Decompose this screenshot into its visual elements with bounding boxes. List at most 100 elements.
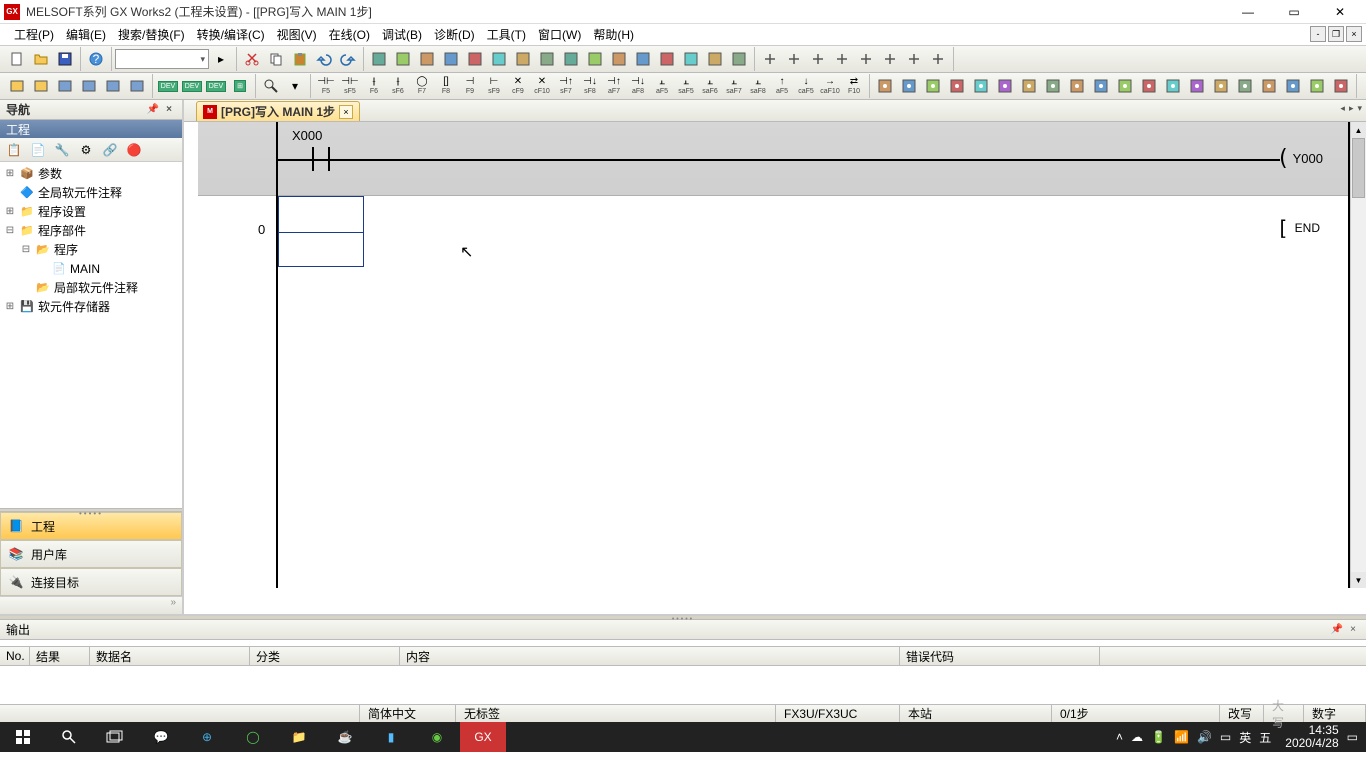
tb-dev-0[interactable] [368,48,390,70]
tree-node-1[interactable]: 🔷全局软元件注释 [0,183,182,202]
nav-tb-3[interactable]: 🔧 [51,140,73,160]
fn-sF7[interactable]: ⊣↑sF7 [555,74,577,98]
output-col-0[interactable]: No. [0,647,30,665]
menu-diagnostics[interactable]: 诊断(D) [428,24,481,45]
tb-misc-15[interactable] [1234,75,1256,97]
tb-misc-19[interactable] [1330,75,1352,97]
toolbar-dropdown[interactable] [115,49,209,69]
tb-misc-6[interactable] [1018,75,1040,97]
output-coil[interactable]: ( Y000 [1276,146,1326,171]
tb-mode-3[interactable]: ⊞ [229,75,251,97]
tb-nav-7[interactable] [927,48,949,70]
tree-expander-icon[interactable]: ⊟ [20,244,32,255]
cut-button[interactable] [241,48,263,70]
output-col-3[interactable]: 分类 [250,647,400,665]
menu-project[interactable]: 工程(P) [8,24,60,45]
tb-dev-14[interactable] [704,48,726,70]
tb-misc-17[interactable] [1282,75,1304,97]
tb-nav-1[interactable] [783,48,805,70]
output-close-icon[interactable]: × [1346,623,1360,637]
fn-F9[interactable]: ⊣F9 [459,74,481,98]
fn-sF5[interactable]: ⊣⊢sF5 [339,74,361,98]
maximize-button[interactable]: ▭ [1280,2,1308,22]
tree-expander-icon[interactable]: ⊟ [4,225,16,236]
find-button[interactable] [260,75,282,97]
tb-view-3[interactable] [78,75,100,97]
tb-mode-2[interactable]: DEV [205,75,227,97]
tree-expander-icon[interactable]: ⊞ [4,206,16,217]
tb-dev-11[interactable] [632,48,654,70]
tb-nav-3[interactable] [831,48,853,70]
taskbar-app-browser[interactable]: ◯ [230,722,276,752]
tb-dev-1[interactable] [392,48,414,70]
tb-dev-10[interactable] [608,48,630,70]
menu-help[interactable]: 帮助(H) [587,24,640,45]
fn-saF5[interactable]: ⫠saF5 [675,74,697,98]
tb-misc-11[interactable] [1138,75,1160,97]
output-col-5[interactable]: 错误代码 [900,647,1100,665]
vertical-scrollbar[interactable]: ▲ ▼ [1350,122,1366,588]
menu-view[interactable]: 视图(V) [271,24,323,45]
tb-misc-0[interactable] [874,75,896,97]
tb-misc-9[interactable] [1090,75,1112,97]
tb-view-1[interactable] [30,75,52,97]
scroll-down-icon[interactable]: ▼ [1351,572,1366,588]
fn-cF9[interactable]: ✕cF9 [507,74,529,98]
start-button[interactable] [0,722,46,752]
tree-node-0[interactable]: ⊞📦参数 [0,164,182,183]
tb-mode-0[interactable]: DEV [157,75,179,97]
tab-menu-icon[interactable]: ▾ [1357,103,1362,114]
menu-compile[interactable]: 转换/编译(C) [191,24,271,45]
project-tree[interactable]: ⊞📦参数🔷全局软元件注释⊞📁程序设置⊟📁程序部件⊟📂程序📄MAIN📂局部软元件注… [0,162,182,508]
fn-sF9[interactable]: ⊢sF9 [483,74,505,98]
fn-F8[interactable]: []F8 [435,74,457,98]
save-button[interactable] [54,48,76,70]
tb-dev-3[interactable] [440,48,462,70]
tb-dev-4[interactable] [464,48,486,70]
tb-misc-1[interactable] [898,75,920,97]
fn-F6[interactable]: ⫲F6 [363,74,385,98]
tb-nav-2[interactable] [807,48,829,70]
fn-saF7[interactable]: ⫠saF7 [723,74,745,98]
fn-saF8[interactable]: ⫠saF8 [747,74,769,98]
nav-close-icon[interactable]: × [162,103,176,117]
tray-notifications-icon[interactable]: ▭ [1347,730,1358,744]
tb-dev-2[interactable] [416,48,438,70]
minimize-button[interactable]: — [1234,2,1262,22]
fn-aF5[interactable]: ⫠aF5 [651,74,673,98]
tb-misc-18[interactable] [1306,75,1328,97]
find-next-button[interactable]: ▾ [284,75,306,97]
tab-next-icon[interactable]: ▸ [1349,103,1354,114]
menu-tool[interactable]: 工具(T) [481,24,532,45]
nav-category-1[interactable]: 📚用户库 [0,540,182,568]
paste-button[interactable] [289,48,311,70]
document-tab[interactable]: M [PRG]写入 MAIN 1步 × [196,101,360,121]
tb-nav-4[interactable] [855,48,877,70]
tb-misc-12[interactable] [1162,75,1184,97]
taskbar-app-5[interactable]: ☕ [322,722,368,752]
tb-misc-3[interactable] [946,75,968,97]
nav-tb-1[interactable]: 📋 [3,140,25,160]
tree-node-3[interactable]: ⊟📁程序部件 [0,221,182,240]
tray-cloud-icon[interactable]: ☁ [1131,730,1143,744]
tray-ime-lang[interactable]: 英 [1239,729,1251,746]
output-col-1[interactable]: 结果 [30,647,90,665]
fn-caF5[interactable]: ↓caF5 [795,74,817,98]
tb-misc-10[interactable] [1114,75,1136,97]
tb-misc-16[interactable] [1258,75,1280,97]
taskview-button[interactable] [92,722,138,752]
tb-dev-7[interactable] [536,48,558,70]
help-button[interactable]: ? [85,48,107,70]
fn-cF10[interactable]: ✕cF10 [531,74,553,98]
taskbar-app-wechat[interactable]: 💬 [138,722,184,752]
tb-dev-12[interactable] [656,48,678,70]
tb-misc-13[interactable] [1186,75,1208,97]
tb-dev-6[interactable] [512,48,534,70]
taskbar-app-gxworks[interactable]: GX [460,722,506,752]
tb-nav-0[interactable] [759,48,781,70]
nav-tb-4[interactable]: ⚙ [75,140,97,160]
copy-button[interactable] [265,48,287,70]
tb-nav-5[interactable] [879,48,901,70]
tree-node-7[interactable]: ⊞💾软元件存储器 [0,297,182,316]
taskbar-app-6[interactable]: ▮ [368,722,414,752]
